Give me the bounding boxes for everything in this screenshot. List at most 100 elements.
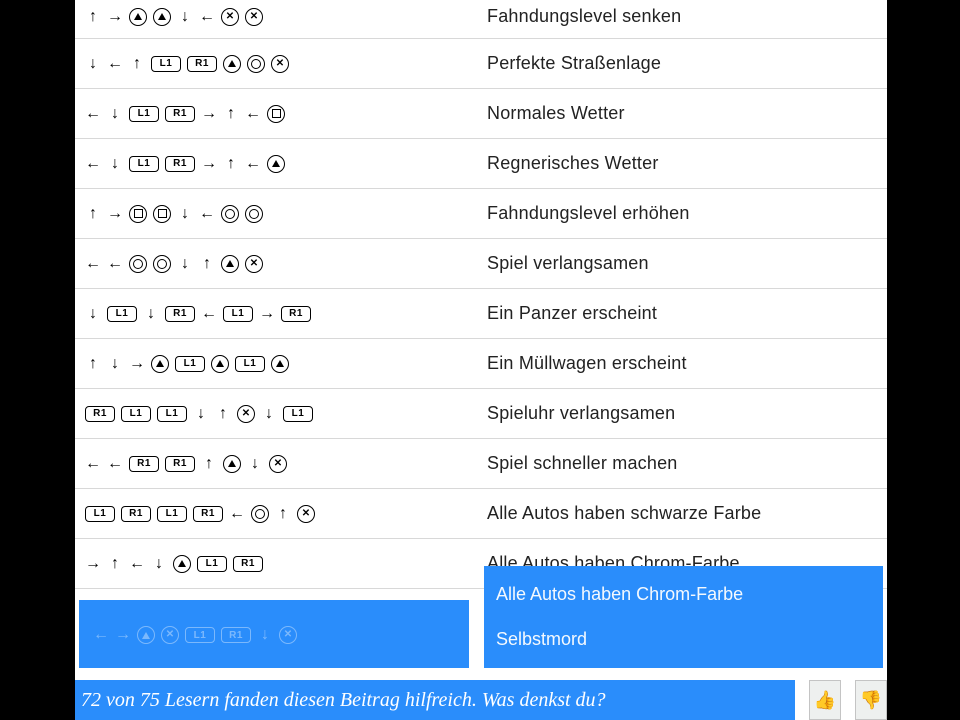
arrow-up-icon: ↑ — [129, 56, 145, 72]
arrow-down-icon: ↓ — [257, 627, 273, 643]
thumbs-down-button[interactable]: 👎 — [855, 680, 887, 720]
table-row: ←←↓↑Spiel verlangsamen — [75, 239, 887, 289]
arrow-right-icon: → — [129, 356, 145, 372]
arrow-down-icon: ↓ — [193, 406, 209, 422]
cheat-code-cell: ↑→↓← — [75, 189, 477, 239]
arrow-up-icon: ↑ — [107, 556, 123, 572]
shoulder-l1-icon: L1 — [197, 556, 227, 572]
shoulder-l1-icon: L1 — [129, 106, 159, 122]
thumbs-down-icon: 👎 — [860, 690, 882, 711]
face-triangle-icon — [223, 455, 241, 473]
selection-left-block: ←→L1R1↓ — [79, 600, 469, 668]
face-cross-icon — [221, 8, 239, 26]
table-row: R1L1L1↓↑↓L1Spieluhr verlangsamen — [75, 389, 887, 439]
face-triangle-icon — [173, 555, 191, 573]
cheat-code-cell: ←←↓↑ — [75, 239, 477, 289]
arrow-left-icon: ← — [107, 56, 123, 72]
arrow-up-icon: ↑ — [215, 406, 231, 422]
arrow-left-icon: ← — [199, 9, 215, 25]
shoulder-l1-icon: L1 — [283, 406, 313, 422]
thumbs-up-button[interactable]: 👍 — [809, 680, 841, 720]
shoulder-l1-icon: L1 — [235, 356, 265, 372]
table-row: ↑↓→L1L1Ein Müllwagen erscheint — [75, 339, 887, 389]
arrow-up-icon: ↑ — [199, 256, 215, 272]
arrow-left-icon: ← — [229, 506, 245, 522]
face-triangle-icon — [211, 355, 229, 373]
cheat-desc-cell: Normales Wetter — [477, 89, 887, 139]
cheat-code-cell: ↑ → ↓ ← — [75, 0, 477, 39]
face-cross-icon — [279, 626, 297, 644]
arrow-down-icon: ↓ — [177, 9, 193, 25]
shoulder-l1-icon: L1 — [151, 56, 181, 72]
shoulder-r1-icon: R1 — [129, 456, 159, 472]
cheat-table: ↑→↓←Fahndungslevel senken↓←↑L1R1Perfekte… — [75, 0, 887, 589]
cheat-code-cell: ↓←↑L1R1 — [75, 39, 477, 89]
shoulder-l1-icon: L1 — [157, 506, 187, 522]
arrow-up-icon: ↑ — [201, 456, 217, 472]
shoulder-l1-icon: L1 — [107, 306, 137, 322]
arrow-right-icon: → — [259, 306, 275, 322]
shoulder-l1-icon: L1 — [223, 306, 253, 322]
table-row: L1R1L1R1←↑Alle Autos haben schwarze Farb… — [75, 489, 887, 539]
face-triangle-icon — [151, 355, 169, 373]
shoulder-l1-icon: L1 — [157, 406, 187, 422]
arrow-left-icon: ← — [199, 206, 215, 222]
arrow-right-icon: → — [85, 556, 101, 572]
arrow-down-icon: ↓ — [177, 256, 193, 272]
face-cross-icon — [161, 626, 179, 644]
shoulder-r1-icon: R1 — [193, 506, 223, 522]
arrow-left-icon: ← — [85, 456, 101, 472]
selection-right-block: Alle Autos haben Chrom-Farbe Selbstmord — [484, 566, 883, 668]
arrow-down-icon: ↓ — [143, 306, 159, 322]
face-cross-icon — [271, 55, 289, 73]
cheat-code-cell: ←↓L1R1→↑← — [75, 89, 477, 139]
table-row: ←↓L1R1→↑←Regnerisches Wetter — [75, 139, 887, 189]
face-cross-icon — [269, 455, 287, 473]
shoulder-r1-icon: R1 — [233, 556, 263, 572]
shoulder-l1-icon: L1 — [185, 627, 215, 643]
selection-text-chrome: Alle Autos haben Chrom-Farbe — [496, 584, 871, 605]
arrow-left-icon: ← — [85, 256, 101, 272]
shoulder-r1-icon: R1 — [165, 306, 195, 322]
arrow-right-icon: → — [107, 9, 123, 25]
face-circle-icon — [251, 505, 269, 523]
face-square-icon — [267, 105, 285, 123]
shoulder-l1-icon: L1 — [129, 156, 159, 172]
cheat-code-cell: ←←R1R1↑↓ — [75, 439, 477, 489]
table-row: ↑ → ↓ ← Fahndungslevel senken — [75, 0, 887, 39]
shoulder-r1-icon: R1 — [165, 156, 195, 172]
cheat-desc-cell: Spiel schneller machen — [477, 439, 887, 489]
table-row: ←←R1R1↑↓Spiel schneller machen — [75, 439, 887, 489]
face-triangle-icon — [153, 8, 171, 26]
face-cross-icon — [245, 255, 263, 273]
arrow-up-icon: ↑ — [223, 106, 239, 122]
helpfulness-bar: 72 von 75 Lesern fanden diesen Beitrag h… — [75, 680, 887, 720]
helpfulness-message: 72 von 75 Lesern fanden diesen Beitrag h… — [75, 680, 795, 720]
arrow-left-icon: ← — [85, 156, 101, 172]
arrow-down-icon: ↓ — [177, 206, 193, 222]
table-row: ←↓L1R1→↑←Normales Wetter — [75, 89, 887, 139]
arrow-up-icon: ↑ — [85, 9, 101, 25]
arrow-right-icon: → — [115, 627, 131, 643]
face-circle-icon — [221, 205, 239, 223]
arrow-left-icon: ← — [129, 556, 145, 572]
selection-text-suicide: Selbstmord — [496, 629, 871, 650]
shoulder-r1-icon: R1 — [187, 56, 217, 72]
arrow-down-icon: ↓ — [247, 456, 263, 472]
arrow-down-icon: ↓ — [261, 406, 277, 422]
cheat-desc-cell: Fahndungslevel senken — [477, 0, 887, 39]
arrow-down-icon: ↓ — [85, 306, 101, 322]
table-row: ↓←↑L1R1Perfekte Straßenlage — [75, 39, 887, 89]
shoulder-r1-icon: R1 — [281, 306, 311, 322]
arrow-left-icon: ← — [107, 456, 123, 472]
shoulder-l1-icon: L1 — [121, 406, 151, 422]
thumbs-up-icon: 👍 — [814, 690, 836, 711]
face-circle-icon — [129, 255, 147, 273]
arrow-down-icon: ↓ — [107, 156, 123, 172]
cheat-desc-cell: Ein Panzer erscheint — [477, 289, 887, 339]
shoulder-l1-icon: L1 — [85, 506, 115, 522]
cheat-code-cell: ↓L1↓R1←L1→R1 — [75, 289, 477, 339]
face-circle-icon — [245, 205, 263, 223]
arrow-down-icon: ↓ — [107, 356, 123, 372]
cheat-code-cell: L1R1L1R1←↑ — [75, 489, 477, 539]
